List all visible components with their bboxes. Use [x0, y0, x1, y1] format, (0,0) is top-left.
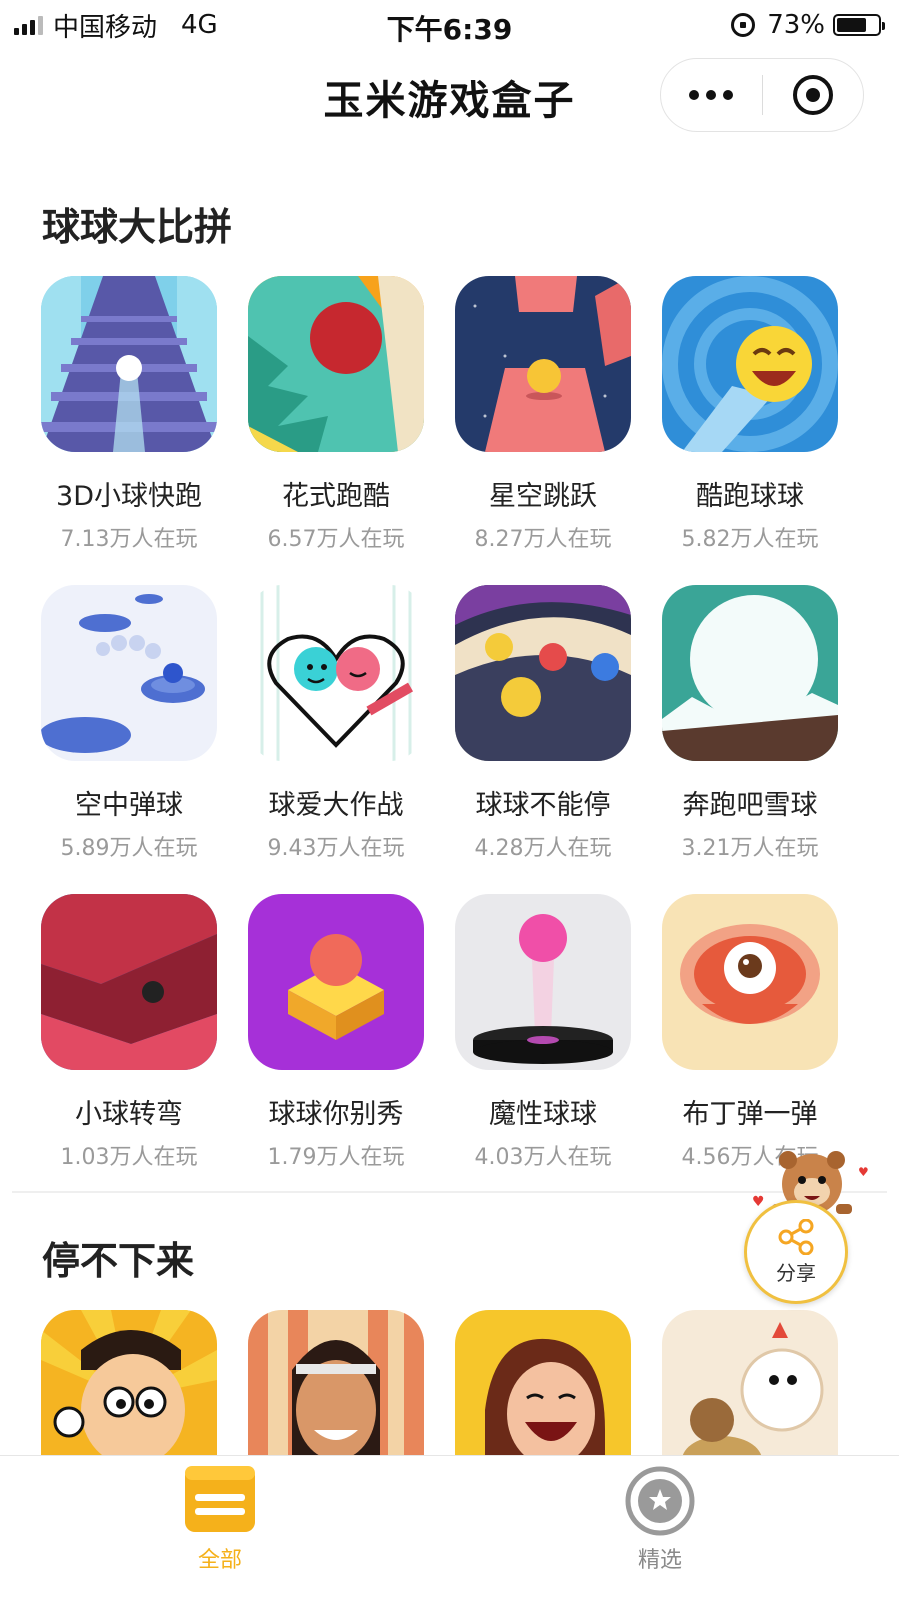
game-card[interactable]: [455, 1310, 631, 1455]
game-icon-chicken-fight[interactable]: [662, 1310, 838, 1455]
game-name: 球球你别秀: [268, 1099, 404, 1130]
game-icon-ball-love[interactable]: [248, 585, 424, 761]
close-button[interactable]: [763, 59, 864, 131]
game-card[interactable]: [248, 1310, 424, 1455]
game-card[interactable]: 酷跑球球 5.82万人在玩: [662, 276, 838, 553]
game-card[interactable]: 奔跑吧雪球 3.21万人在玩: [662, 585, 838, 862]
game-name: 奔跑吧雪球: [682, 790, 818, 821]
tab-label-featured: 精选: [637, 1548, 682, 1573]
game-name: 星空跳跃: [489, 481, 597, 512]
tab-label-all: 全部: [197, 1548, 242, 1573]
rotation-lock-icon: [731, 13, 756, 37]
game-players: 8.27万人在玩: [474, 527, 612, 552]
game-players: 5.89万人在玩: [60, 836, 198, 861]
game-name: 3D小球快跑: [56, 481, 202, 512]
game-players: 7.13万人在玩: [60, 527, 198, 552]
box-icon: [185, 1466, 255, 1532]
section-title-nonstop: 停不下来: [42, 1239, 195, 1283]
game-icon-3d-ball-run[interactable]: [41, 276, 217, 452]
game-name: 空中弹球: [75, 790, 183, 821]
game-name: 球爱大作战: [268, 790, 404, 821]
battery-fill: [837, 18, 867, 32]
game-card[interactable]: 空中弹球 5.89万人在玩: [41, 585, 217, 862]
battery-icon: [833, 14, 885, 36]
game-name: 小球转弯: [75, 1099, 183, 1130]
game-players: 1.79万人在玩: [267, 1145, 405, 1170]
game-card[interactable]: [662, 1310, 838, 1455]
section-title-ball: 球球大比拼: [42, 205, 233, 249]
game-players: 4.03万人在玩: [474, 1145, 612, 1170]
game-card[interactable]: 小球转弯 1.03万人在玩: [41, 894, 217, 1171]
game-name: 魔性球球: [489, 1099, 597, 1130]
share-label: 分享: [776, 1260, 816, 1285]
game-name: 花式跑酷: [282, 481, 390, 512]
game-name: 球球不能停: [475, 790, 611, 821]
game-icon-ball-turn[interactable]: [41, 894, 217, 1070]
game-players: 6.57万人在玩: [267, 527, 405, 552]
battery-percent: 73%: [767, 10, 825, 40]
game-icon-pudding-bounce[interactable]: [662, 894, 838, 1070]
game-card[interactable]: 球爱大作战 9.43万人在玩: [248, 585, 424, 862]
game-players: 4.28万人在玩: [474, 836, 612, 861]
game-card[interactable]: 魔性球球 4.03万人在玩: [455, 894, 631, 1171]
game-icon-cool-run-ball[interactable]: [662, 276, 838, 452]
game-players: 3.21万人在玩: [681, 836, 819, 861]
game-grid-nonstop: [41, 1310, 841, 1455]
game-card[interactable]: 花式跑酷 6.57万人在玩: [248, 276, 424, 553]
mini-program-capsule: [660, 58, 864, 132]
game-card[interactable]: 星空跳跃 8.27万人在玩: [455, 276, 631, 553]
tab-bar: 全部 精选: [0, 1455, 899, 1600]
share-button[interactable]: 分享: [744, 1200, 848, 1304]
game-icon-run-snowball[interactable]: [662, 585, 838, 761]
tab-all[interactable]: 全部: [70, 1456, 370, 1600]
game-icon-fancy-parkour[interactable]: [248, 276, 424, 452]
share-icon: [778, 1218, 814, 1255]
more-dot: [723, 90, 734, 100]
game-icon-cartoon-man[interactable]: [41, 1310, 217, 1455]
more-dot: [706, 90, 717, 100]
floating-share: ♥ ♥ 分享: [742, 1140, 872, 1310]
more-dots-icon: [689, 90, 700, 100]
target-close-icon: [792, 75, 833, 115]
star-badge-icon: [625, 1466, 695, 1536]
game-icon-starry-jump[interactable]: [455, 276, 631, 452]
game-name: 酷跑球球: [696, 481, 804, 512]
game-grid: 3D小球快跑 7.13万人在玩 花式跑酷 6.57万人在玩 星空跳跃 8.27万…: [41, 276, 841, 1171]
status-bar: 中国移动 4G 下午6:39 73%: [0, 0, 899, 50]
tab-featured[interactable]: 精选: [510, 1456, 810, 1600]
more-button[interactable]: [661, 59, 762, 131]
game-name: 布丁弹一弹: [682, 1099, 818, 1130]
game-card[interactable]: 球球你别秀 1.79万人在玩: [248, 894, 424, 1171]
game-icon-ball-show[interactable]: [248, 894, 424, 1070]
game-players: 5.82万人在玩: [681, 527, 819, 552]
game-icon-magic-ball[interactable]: [455, 894, 631, 1070]
status-right: 73%: [731, 10, 885, 40]
game-card[interactable]: 3D小球快跑 7.13万人在玩: [41, 276, 217, 553]
game-players: 1.03万人在玩: [60, 1145, 198, 1170]
svg-text:♥: ♥: [752, 1194, 765, 1210]
game-players: 9.43万人在玩: [267, 836, 405, 861]
game-icon-ball-no-stop[interactable]: [455, 585, 631, 761]
game-card[interactable]: 布丁弹一弹 4.56万人在玩: [662, 894, 838, 1171]
game-icon-warrior[interactable]: [248, 1310, 424, 1455]
svg-text:♥: ♥: [858, 1165, 869, 1179]
game-card[interactable]: [41, 1310, 217, 1455]
game-icon-laughing-girl[interactable]: [455, 1310, 631, 1455]
game-icon-sky-bounce[interactable]: [41, 585, 217, 761]
game-card[interactable]: 球球不能停 4.28万人在玩: [455, 585, 631, 862]
